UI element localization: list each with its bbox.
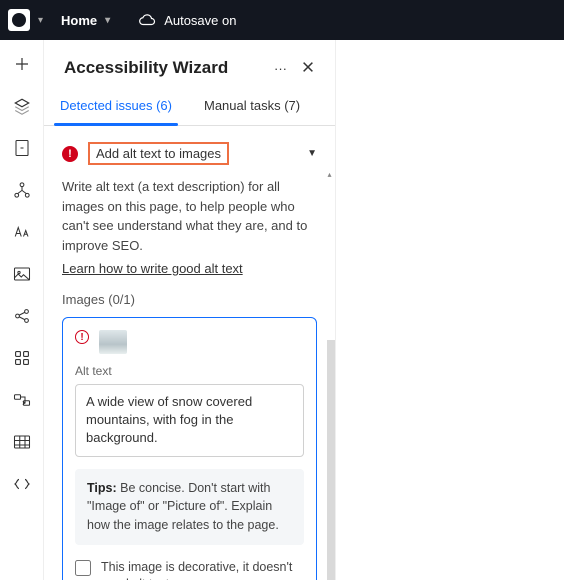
decorative-label: This image is decorative, it doesn't nee… — [101, 559, 304, 580]
text-style-icon[interactable] — [12, 222, 32, 242]
top-bar: ▾ Home ▾ Autosave on — [0, 0, 564, 40]
tab-manual-tasks[interactable]: Manual tasks (7) — [202, 88, 302, 125]
autosave-label: Autosave on — [164, 13, 236, 28]
images-count: Images (0/1) — [62, 292, 317, 307]
panel-title: Accessibility Wizard — [64, 58, 228, 78]
close-icon[interactable] — [301, 60, 315, 77]
autosave-toggle[interactable]: Autosave on — [128, 9, 246, 32]
app-logo[interactable] — [8, 9, 30, 31]
scrollbar[interactable] — [327, 340, 335, 580]
more-icon[interactable]: ··· — [274, 61, 287, 76]
home-button[interactable]: Home ▾ — [51, 9, 120, 32]
error-icon: ! — [62, 146, 78, 162]
chevron-down-icon: ▼ — [307, 148, 317, 159]
home-label: Home — [61, 13, 97, 28]
image-alt-card: ! Alt text A wide view of snow covered m… — [62, 317, 317, 580]
apps-icon[interactable] — [12, 348, 32, 368]
chevron-down-icon: ▾ — [105, 15, 110, 26]
add-icon[interactable] — [12, 54, 32, 74]
panel-content: ! Add alt text to images ▼ Write alt tex… — [44, 126, 335, 580]
share-icon[interactable] — [12, 306, 32, 326]
logo-dropdown-icon[interactable]: ▾ — [38, 15, 43, 26]
image-thumbnail[interactable] — [99, 330, 127, 354]
image-icon[interactable] — [12, 264, 32, 284]
scroll-up-icon[interactable]: ▴ — [326, 170, 333, 178]
left-tool-rail — [0, 40, 44, 580]
code-icon[interactable] — [12, 474, 32, 494]
alt-text-input[interactable]: A wide view of snow covered mountains, w… — [75, 384, 304, 457]
table-icon[interactable] — [12, 432, 32, 452]
issue-header[interactable]: ! Add alt text to images ▼ — [62, 142, 317, 165]
tab-detected-issues[interactable]: Detected issues (6) — [58, 88, 174, 125]
layers-icon[interactable] — [12, 96, 32, 116]
tips-label: Tips: — [87, 481, 117, 495]
page-icon[interactable] — [12, 138, 32, 158]
decorative-checkbox[interactable] — [75, 560, 91, 576]
cloud-icon — [138, 13, 156, 27]
sitemap-icon[interactable] — [12, 180, 32, 200]
issue-title: Add alt text to images — [88, 142, 229, 165]
automation-icon[interactable] — [12, 390, 32, 410]
panel-tabs: Detected issues (6) Manual tasks (7) — [44, 88, 335, 126]
tips-text: Be concise. Don't start with "Image of" … — [87, 481, 279, 533]
alt-text-label: Alt text — [75, 364, 304, 378]
accessibility-panel: Accessibility Wizard ··· Detected issues… — [44, 40, 336, 580]
warning-icon: ! — [75, 330, 89, 344]
tips-box: Tips: Be concise. Don't start with "Imag… — [75, 469, 304, 545]
issue-description: Write alt text (a text description) for … — [62, 177, 317, 255]
learn-more-link[interactable]: Learn how to write good alt text — [62, 261, 243, 276]
